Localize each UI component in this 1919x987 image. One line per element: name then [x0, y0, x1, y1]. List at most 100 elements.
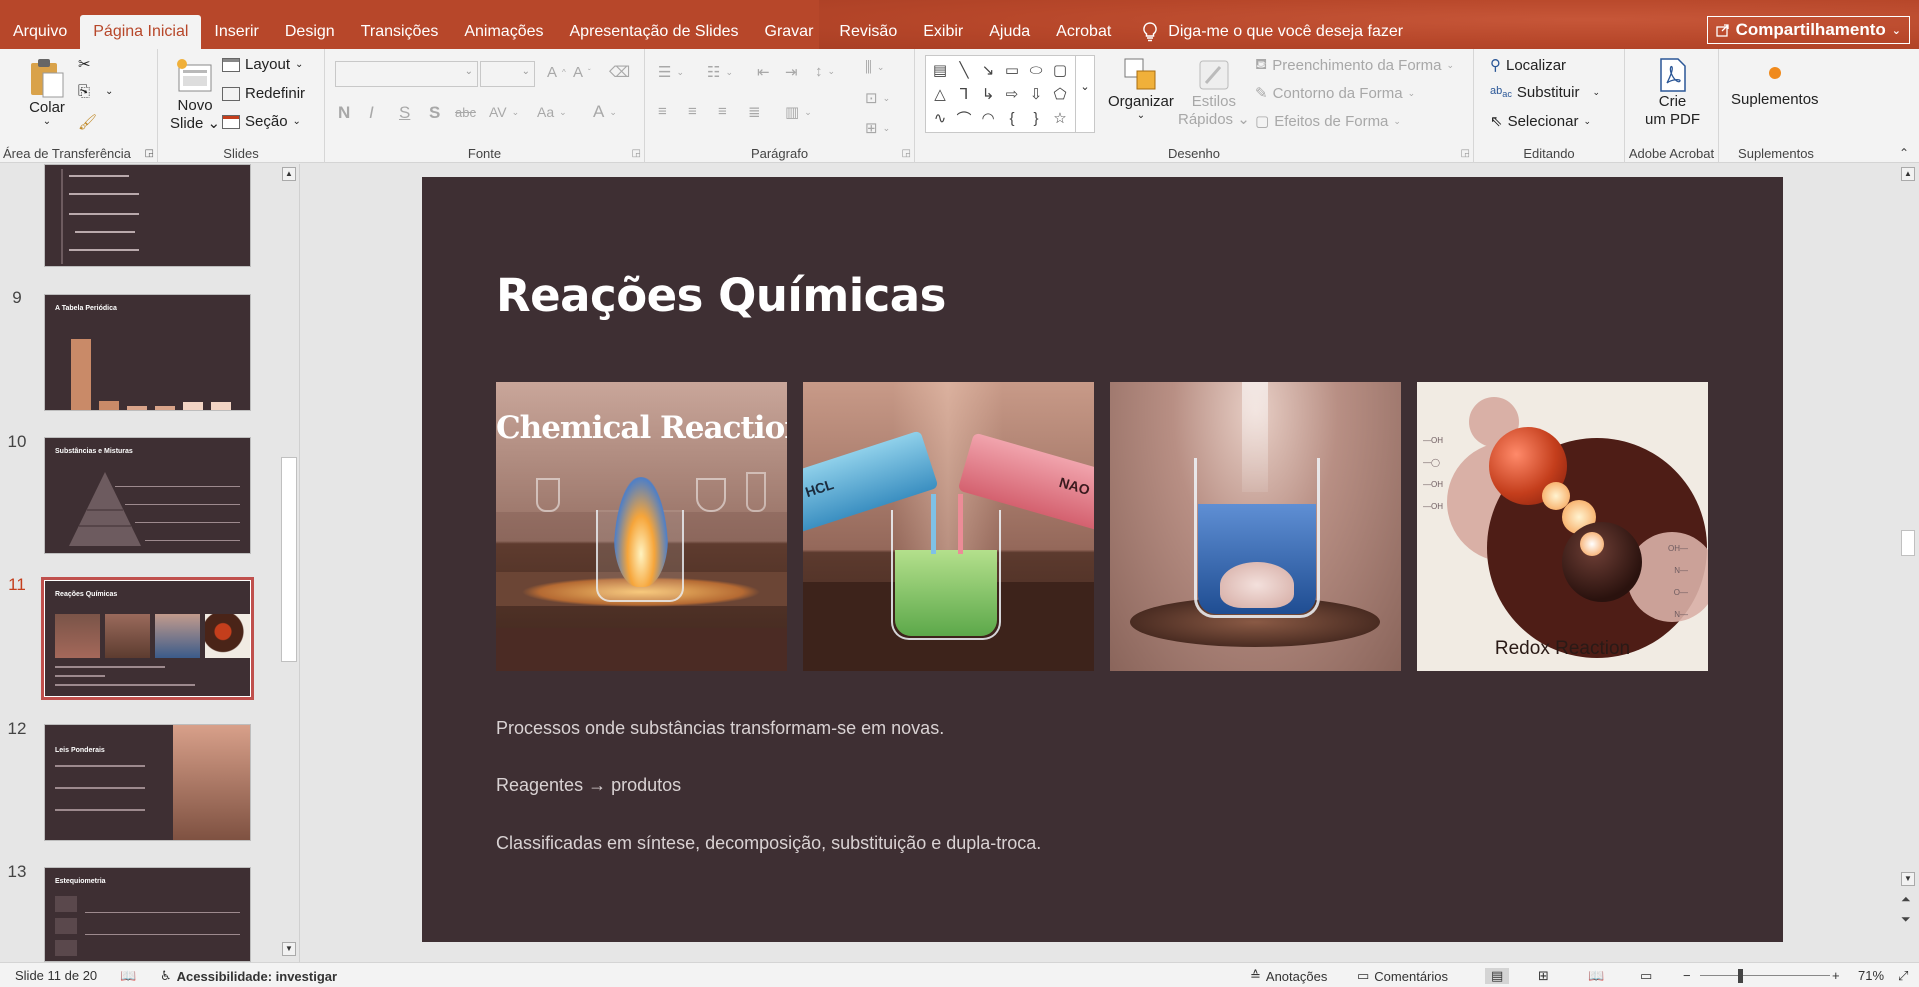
zoom-slider-thumb[interactable] [1738, 969, 1743, 983]
align-text-icon[interactable]: ⊡ ⌄ [865, 89, 890, 107]
dialog-launcher-icon[interactable]: ◲ [1461, 148, 1470, 159]
slide-thumbnail-10[interactable]: Substâncias e Misturas [44, 437, 251, 554]
section-button[interactable]: Seção ⌄ [222, 113, 301, 130]
spell-check-icon[interactable]: 📖 [120, 968, 136, 984]
dialog-launcher-icon[interactable]: ◲ [632, 148, 641, 159]
zoom-in-icon[interactable]: + [1832, 968, 1840, 983]
tab-pagina-inicial[interactable]: Página Inicial [80, 15, 202, 49]
select-button[interactable]: ⇖ Selecionar ⌄ [1490, 112, 1591, 131]
addins-button[interactable]: Suplementos [1731, 61, 1819, 109]
smartart-icon[interactable]: ⊞ ⌄ [865, 119, 890, 137]
slide-thumbnail-8[interactable] [44, 164, 251, 267]
scroll-down-arrow-icon[interactable]: ▼ [1901, 872, 1915, 886]
underline-button[interactable]: S [399, 103, 410, 123]
shapes-gallery[interactable]: ▤ ╲ ↘ ▭ ⬭ ▢ △ ⅂ ↳ ⇨ ⇩ ⬠ ∿ ⌒ ◠ { } ☆ [925, 55, 1082, 133]
tab-animacoes[interactable]: Animações [451, 15, 556, 49]
tab-exibir[interactable]: Exibir [910, 15, 976, 49]
clear-format-icon[interactable]: ⌫ [609, 63, 630, 81]
strikethrough-button[interactable]: abc [455, 105, 476, 120]
tab-ajuda[interactable]: Ajuda [976, 15, 1043, 49]
reset-button[interactable]: Redefinir [222, 85, 305, 102]
scroll-down-arrow-icon[interactable]: ▼ [282, 942, 296, 956]
next-slide-icon[interactable]: ⏷ [1901, 912, 1911, 927]
scroll-up-arrow-icon[interactable]: ▲ [282, 167, 296, 181]
current-slide[interactable]: Reações Químicas Chemical Reactions HCL … [422, 177, 1783, 942]
slide-title[interactable]: Reações Químicas [496, 269, 946, 322]
zoom-slider[interactable] [1700, 975, 1830, 976]
oval-shape-icon[interactable]: ⬭ [1024, 58, 1048, 82]
tab-gravar[interactable]: Gravar [752, 15, 827, 49]
font-size-input[interactable]: ⌄ [480, 61, 535, 87]
right-arrow-shape-icon[interactable]: ⇨ [1000, 82, 1024, 106]
triangle-shape-icon[interactable]: △ [928, 82, 952, 106]
columns-icon[interactable]: ▥ ⌄ [785, 103, 812, 121]
slide-bullet-3[interactable]: Classificadas em síntese, decomposição, … [496, 833, 1041, 854]
slide-bullet-1[interactable]: Processos onde substâncias transformam-s… [496, 718, 944, 739]
collapse-ribbon-icon[interactable]: ⌃ [1899, 146, 1909, 160]
scroll-thumb[interactable] [281, 457, 297, 662]
arc-shape-icon[interactable]: ◠ [976, 106, 1000, 130]
down-arrow-shape-icon[interactable]: ⇩ [1024, 82, 1048, 106]
tab-apresentacao[interactable]: Apresentação de Slides [557, 15, 752, 49]
tab-acrobat[interactable]: Acrobat [1043, 15, 1124, 49]
grow-font-icon[interactable]: A ^ [547, 64, 566, 81]
format-painter-icon[interactable]: 🖌 [78, 113, 97, 131]
tab-inserir[interactable]: Inserir [201, 15, 271, 49]
character-spacing-button[interactable]: AV ⌄ [489, 104, 519, 120]
layout-button[interactable]: Layout ⌄ [222, 56, 303, 73]
normal-view-icon[interactable]: ▤ [1485, 968, 1510, 984]
reading-view-icon[interactable]: 📖 [1588, 968, 1604, 984]
increase-indent-icon[interactable]: ⇥ [785, 63, 798, 81]
italic-button[interactable]: I [369, 103, 374, 123]
shapes-more-button[interactable]: ⌄ [1075, 55, 1095, 133]
tell-me-search[interactable]: Diga-me o que você deseja fazer [1124, 15, 1403, 49]
image-dissolving-salt[interactable] [1110, 382, 1401, 671]
numbering-icon[interactable]: ☷ ⌄ [707, 63, 733, 81]
slide-thumbnail-12[interactable]: Leis Ponderais [44, 724, 251, 841]
font-color-button[interactable]: A ⌄ [593, 102, 617, 122]
fit-to-window-icon[interactable]: ⤢ [1898, 968, 1908, 984]
justify-icon[interactable]: ≣ [748, 103, 761, 121]
image-redox-reaction[interactable]: —OH —◯ —OH —OH OH— N— O— N— Redox Reaction [1417, 382, 1708, 671]
bold-button[interactable]: N [338, 103, 350, 123]
textbox-shape-icon[interactable]: ▤ [928, 58, 952, 82]
rounded-rect-shape-icon[interactable]: ▢ [1048, 58, 1072, 82]
share-button[interactable]: Compartilhamento ⌄ [1706, 16, 1910, 44]
scroll-up-arrow-icon[interactable]: ▲ [1901, 167, 1915, 181]
arrange-button[interactable]: Organizar ⌄ [1108, 57, 1174, 121]
paste-button[interactable]: Colar ⌄ [27, 57, 67, 127]
shrink-font-icon[interactable]: Aˇ [573, 64, 591, 81]
shape-fill-button[interactable]: ⛾ Preenchimento da Forma ⌄ [1255, 56, 1454, 75]
elbow-arrow-icon[interactable]: ↳ [976, 82, 1000, 106]
slide-thumbnail-11[interactable]: Reações Químicas [41, 577, 254, 700]
find-button[interactable]: ⚲ Localizar [1490, 56, 1566, 75]
text-direction-icon[interactable]: ⫼ ⌄ [865, 59, 884, 76]
replace-button[interactable]: abac Substituir ⌄ [1490, 84, 1600, 101]
line-spacing-icon[interactable]: ↕ ⌄ [815, 63, 835, 80]
dialog-launcher-icon[interactable]: ◲ [902, 148, 911, 159]
slide-bullet-2[interactable]: Reagentes → produtos [496, 775, 681, 796]
previous-slide-icon[interactable]: ⏶ [1901, 892, 1911, 907]
slideshow-icon[interactable]: ▭ [1640, 968, 1652, 984]
tab-design[interactable]: Design [272, 15, 348, 49]
rectangle-shape-icon[interactable]: ▭ [1000, 58, 1024, 82]
slide-sorter-icon[interactable]: ⊞ [1538, 968, 1549, 984]
slide-thumbnail-13[interactable]: Estequiometria [44, 867, 251, 962]
scribble-shape-icon[interactable]: ∿ [928, 106, 952, 130]
copy-icon[interactable]: ⎘ ⌄ [78, 83, 113, 100]
accessibility-button[interactable]: ♿ Acessibilidade: investigar [160, 968, 337, 984]
line-shape-icon[interactable]: ╲ [952, 58, 976, 82]
cut-icon[interactable]: ✂ [78, 55, 91, 73]
shadow-button[interactable]: S [429, 103, 440, 123]
elbow-connector-icon[interactable]: ⅂ [952, 82, 976, 106]
slide-counter[interactable]: Slide 11 de 20 [15, 968, 97, 983]
scroll-thumb[interactable] [1901, 530, 1915, 556]
star-shape-icon[interactable]: ☆ [1048, 106, 1072, 130]
new-slide-button[interactable]: Novo Slide ⌄ [170, 57, 220, 133]
tab-revisao[interactable]: Revisão [826, 15, 910, 49]
slide-scrollbar[interactable]: ▲ ▼ ⏶ ⏷ [1898, 164, 1919, 962]
freeform-shape-icon[interactable]: ⬠ [1048, 82, 1072, 106]
image-chemical-reactions[interactable]: Chemical Reactions [496, 382, 787, 671]
zoom-level[interactable]: 71% [1858, 968, 1884, 983]
tab-transicoes[interactable]: Transições [348, 15, 452, 49]
